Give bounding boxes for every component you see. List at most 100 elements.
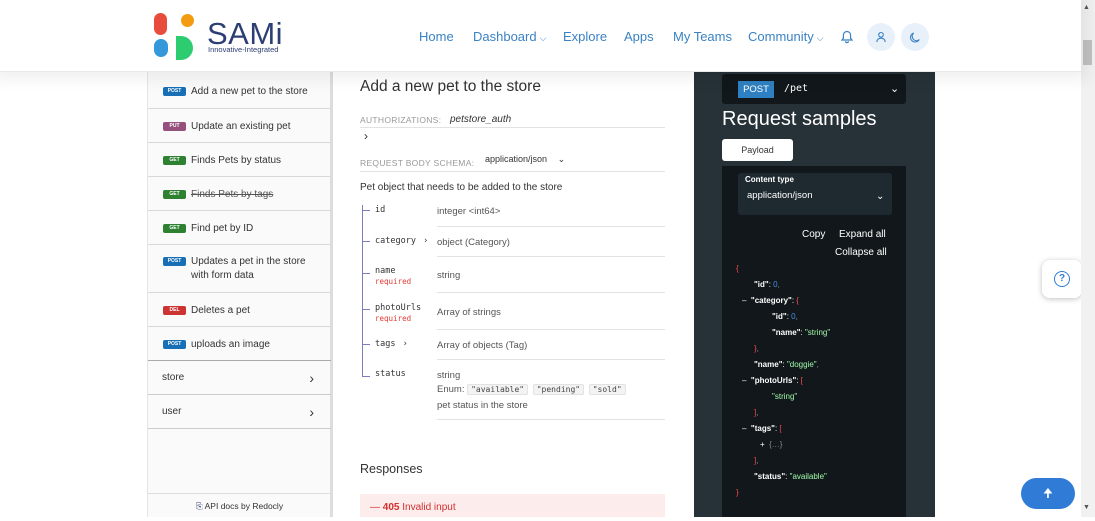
method-badge: POST: [163, 340, 186, 349]
chevron-down-icon: ⌄: [557, 154, 566, 164]
content-type-value: application/json: [747, 190, 813, 201]
request-body-description: Pet object that needs to be added to the…: [360, 182, 563, 193]
response-text: Invalid input: [402, 502, 456, 513]
redocly-credit-link[interactable]: ⎘ API docs by Redocly: [148, 493, 331, 517]
sidebar-item-find-by-tags[interactable]: GET Finds Pets by tags: [148, 177, 331, 211]
collapse-toggle-icon[interactable]: –: [742, 376, 746, 385]
dark-mode-moon-icon[interactable]: [901, 23, 929, 51]
code-line: "name": "string": [772, 328, 831, 337]
code-line: – "category": {: [742, 296, 799, 305]
enum-value: "sold": [588, 384, 626, 395]
api-sidebar: POST Add a new pet to the store PUT Upda…: [147, 72, 333, 517]
user-profile-icon[interactable]: [867, 23, 895, 51]
nav-dashboard[interactable]: Dashboard ⌵: [473, 29, 546, 44]
field-status-type: string: [437, 370, 461, 381]
code-line: "status": "available": [754, 472, 827, 481]
enum-label: Enum:: [437, 384, 465, 395]
tab-payload[interactable]: Payload: [722, 139, 793, 161]
content-type-dropdown[interactable]: application/json ⌄: [485, 154, 565, 165]
nav-home-label: Home: [419, 29, 454, 44]
nav-dashboard-label: Dashboard: [473, 29, 537, 44]
sidebar-group-store[interactable]: store ›: [148, 361, 331, 395]
chevron-right-icon: ›: [402, 339, 408, 349]
nav-explore[interactable]: Explore: [563, 29, 607, 44]
sidebar-item-delete-pet[interactable]: DEL Deletes a pet: [148, 293, 331, 327]
nav-apps-label: Apps: [624, 29, 654, 44]
code-string: "available": [789, 472, 827, 481]
field-name-name: name: [375, 266, 396, 276]
nav-home[interactable]: Home: [419, 29, 454, 44]
divider: [360, 127, 665, 128]
chevron-right-icon[interactable]: ›: [364, 129, 368, 143]
code-key: "tags": [750, 424, 775, 433]
schema-tree-tick: [362, 309, 370, 310]
divider: [437, 329, 665, 330]
brand-tagline: Innovative-Integrated: [208, 45, 279, 54]
redocly-icon: ⎘: [195, 501, 203, 511]
page-scrollbar[interactable]: [1081, 0, 1095, 517]
scroll-down-arrow-icon[interactable]: ▼: [1083, 504, 1090, 511]
sidebar-group-user[interactable]: user ›: [148, 395, 331, 429]
sidebar-item-update-with-form[interactable]: POST Updates a pet in the store with for…: [148, 245, 331, 293]
schema-tree-tick: [362, 241, 370, 242]
code-punct: {: [796, 296, 799, 305]
code-line: {: [736, 264, 739, 273]
expand-all-button[interactable]: Expand all: [839, 229, 886, 240]
field-status-name: status: [375, 369, 406, 379]
code-line: "string": [772, 392, 797, 401]
field-tags-toggle[interactable]: tags ›: [375, 339, 408, 349]
sidebar-group-label: store: [162, 372, 185, 383]
enum-value: "pending": [532, 384, 585, 395]
endpoint-path: /pet: [784, 83, 809, 94]
response-code: 405: [382, 502, 400, 513]
sidebar-item-find-by-status[interactable]: GET Finds Pets by status: [148, 143, 331, 177]
logo-dot-orange: [181, 14, 194, 27]
divider: [437, 292, 665, 293]
sidebar-item-label: Deletes a pet: [191, 305, 250, 316]
method-badge: POST: [163, 257, 186, 266]
schema-tree-tick: [362, 376, 370, 377]
operation-title: Add a new pet to the store: [360, 78, 541, 95]
content-type-label: Content type: [745, 175, 794, 184]
sidebar-item-update-pet[interactable]: PUT Update an existing pet: [148, 109, 331, 143]
scroll-to-top-button[interactable]: 🠉: [1021, 478, 1075, 509]
schema-tree-tick: [362, 273, 370, 274]
code-punct: [: [779, 424, 782, 433]
help-button[interactable]: ?: [1042, 260, 1082, 298]
collapse-toggle-icon[interactable]: –: [742, 424, 746, 433]
code-key: "id": [754, 280, 769, 289]
nav-community[interactable]: Community ⌵: [748, 29, 824, 44]
method-badge: PUT: [163, 122, 186, 131]
expand-toggle-icon[interactable]: +: [760, 440, 765, 449]
code-sample-panel: [722, 166, 906, 517]
nav-my-teams[interactable]: My Teams: [673, 29, 732, 44]
field-tags-name: tags: [375, 339, 396, 349]
response-405-toggle[interactable]: — 405 Invalid input: [360, 494, 665, 517]
sidebar-item-upload-image[interactable]: POST uploads an image: [148, 327, 331, 361]
chevron-right-icon: ›: [309, 370, 314, 386]
field-category-name: category: [375, 236, 416, 246]
code-key: "status": [754, 472, 786, 481]
enum-value: "available": [467, 384, 529, 395]
notifications-bell-icon[interactable]: [833, 23, 861, 51]
chevron-down-icon[interactable]: ⌄: [890, 82, 899, 95]
sidebar-item-label: Find pet by ID: [191, 223, 254, 234]
sidebar-item-label: Update an existing pet: [191, 121, 291, 132]
schema-tree-tick: [362, 344, 370, 345]
logo-dot-green: [176, 36, 193, 60]
nav-apps[interactable]: Apps: [624, 29, 654, 44]
sidebar-item-add-pet[interactable]: POST Add a new pet to the store: [148, 72, 331, 109]
collapse-all-button[interactable]: Collapse all: [835, 247, 887, 258]
authorizations-value[interactable]: petstore_auth: [450, 114, 511, 125]
collapse-toggle-icon[interactable]: –: [742, 296, 746, 305]
sidebar-item-find-by-id[interactable]: GET Find pet by ID: [148, 211, 331, 245]
copy-button[interactable]: Copy: [802, 229, 825, 240]
scrollbar-thumb[interactable]: [1083, 40, 1092, 65]
schema-tree-tick: [362, 210, 370, 211]
scroll-up-arrow-icon[interactable]: ▲: [1083, 4, 1090, 11]
chevron-down-icon: ⌵: [539, 33, 547, 43]
field-tags-type: Array of objects (Tag): [437, 340, 528, 351]
chevron-right-icon: ›: [309, 404, 314, 420]
nav-community-label: Community: [748, 29, 814, 44]
field-category-toggle[interactable]: category ›: [375, 236, 428, 246]
